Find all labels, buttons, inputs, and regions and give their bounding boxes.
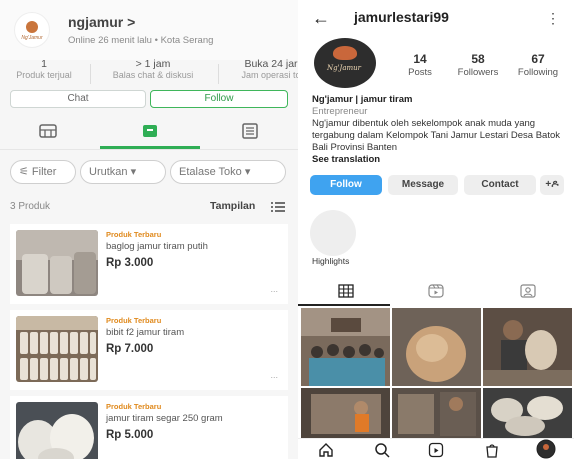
shop-logo[interactable]: Ng'Jamur [14,12,50,48]
post-grid [301,308,574,459]
ig-follow-button[interactable]: Follow [310,175,382,195]
posts-label: Posts [408,67,432,78]
product-badge: Produk Terbaru [106,230,162,239]
more-options-icon[interactable]: ... [270,284,278,294]
tab-products-icon[interactable] [140,122,160,140]
followers-value: 58 [471,52,485,66]
etalase-chip[interactable]: Etalase Toko ▾ [170,160,286,184]
chevron-down-icon: ▾ [241,166,251,178]
contact-button[interactable]: Contact [464,175,536,195]
profile-avatar-icon[interactable] [536,439,556,459]
posts-value: 14 [413,52,427,66]
bio-name: Ng'jamur | jamur tiram [312,94,413,105]
view-toggle-label[interactable]: Tampilan [210,200,255,212]
reels-icon[interactable] [428,442,444,458]
following-count[interactable]: 67 Following [510,52,566,78]
shop-panel: Ng'Jamur ngjamur > Online 26 menit lalu … [0,0,298,459]
filter-chip-label: Filter [31,166,57,178]
tagged-icon[interactable] [520,284,536,298]
product-image [16,316,98,382]
product-card[interactable]: Produk Terbaru jamur tiram segar 250 gra… [10,396,288,459]
followers-count[interactable]: 58 Followers [452,52,504,78]
add-person-icon[interactable]: +ዶ [540,175,564,195]
stat-reply: > 1 jam Balas chat & diskusi [92,58,214,80]
message-button[interactable]: Message [388,175,458,195]
stat-hours: Buka 24 jar Jam operasi to [226,58,298,80]
shop-stats: 1 Produk terjual > 1 jam Balas chat & di… [0,58,298,88]
shop-name[interactable]: ngjamur > [68,14,135,30]
product-card[interactable]: Produk Terbaru baglog jamur tiram putih … [10,224,288,304]
divider [218,64,219,84]
stat-sold-label: Produk terjual [16,70,72,80]
highlight-circle[interactable] [310,210,356,256]
profile-username: jamurlestari99 [354,9,449,25]
tab-info-icon[interactable] [240,122,260,140]
product-price: Rp 7.000 [106,343,154,355]
product-count: 3 Produk [10,201,51,212]
stat-hours-label: Jam operasi to [241,70,298,80]
grid-icon[interactable] [338,284,354,298]
chat-button[interactable]: Chat [10,90,146,108]
profile-tabs [298,280,574,304]
tab-home-icon[interactable] [38,122,58,140]
stat-hours-value: Buka 24 jar [244,58,298,70]
shop-bag-icon[interactable] [484,442,500,458]
back-arrow-icon[interactable]: ← [312,8,330,29]
logo-mushroom-icon [333,46,357,60]
product-name: baglog jamur tiram putih [106,241,208,252]
avatar-logo-text: Ng'Jamur [327,64,362,72]
shop-logo-text: Ng'Jamur [21,35,43,41]
shop-header: Ng'Jamur ngjamur > Online 26 menit lalu … [0,0,298,60]
post-thumbnail[interactable] [301,308,390,386]
active-tab-indicator [298,304,390,306]
sort-chip[interactable]: Urutkan ▾ [80,160,166,184]
following-value: 67 [531,52,545,66]
see-translation-link[interactable]: See translation [312,154,568,166]
stat-reply-label: Balas chat & diskusi [112,70,194,80]
home-icon[interactable] [318,442,334,458]
shop-status: Online 26 menit lalu • Kota Serang [68,35,214,46]
more-menu-icon[interactable]: ⋮ [546,10,560,27]
following-label: Following [517,67,559,78]
shop-tabs [0,114,298,150]
sort-chip-label: Urutkan [89,166,128,178]
etalase-chip-label: Etalase Toko [179,166,242,178]
instagram-panel: ← jamurlestari99 ⋮ Ng'Jamur 14 Posts 58 … [298,0,574,459]
more-options-icon[interactable]: ... [270,370,278,380]
post-thumbnail[interactable] [392,308,481,386]
followers-label: Followers [457,67,499,78]
highlights-label: Highlights [312,256,350,266]
profile-bio: Ng'jamur | jamur tiram Entrepreneur Ng'j… [312,94,568,166]
product-name: jamur tiram segar 250 gram [106,413,223,424]
avatar[interactable]: Ng'Jamur [314,38,376,88]
bio-text: Ng'jamur dibentuk oleh sekelompok anak m… [312,118,561,153]
logo-mushroom-icon [26,21,38,33]
product-price: Rp 5.000 [106,429,154,441]
product-card[interactable]: Produk Terbaru bibit f2 jamur tiram Rp 7… [10,310,288,390]
active-tab-indicator [100,146,200,149]
reels-icon[interactable] [428,284,444,298]
follow-button[interactable]: Follow [150,90,288,108]
post-thumbnail[interactable] [483,308,572,386]
product-badge: Produk Terbaru [106,316,162,325]
stat-sold-value: 1 [41,58,47,70]
product-badge: Produk Terbaru [106,402,162,411]
stat-sold: 1 Produk terjual [0,58,88,80]
bio-category: Entrepreneur [312,106,368,117]
list-view-icon[interactable] [270,201,286,213]
bottom-nav [298,438,574,459]
posts-count[interactable]: 14 Posts [402,52,438,78]
product-image [16,402,98,459]
filter-sliders-icon: ⚟ [19,166,32,178]
stat-reply-value: > 1 jam [135,58,171,70]
product-price: Rp 3.000 [106,257,154,269]
product-image [16,230,98,296]
divider [90,64,91,84]
chevron-down-icon: ▾ [127,166,137,178]
search-icon[interactable] [374,442,390,458]
product-name: bibit f2 jamur tiram [106,327,185,338]
filter-chip[interactable]: ⚟ Filter [10,160,76,184]
